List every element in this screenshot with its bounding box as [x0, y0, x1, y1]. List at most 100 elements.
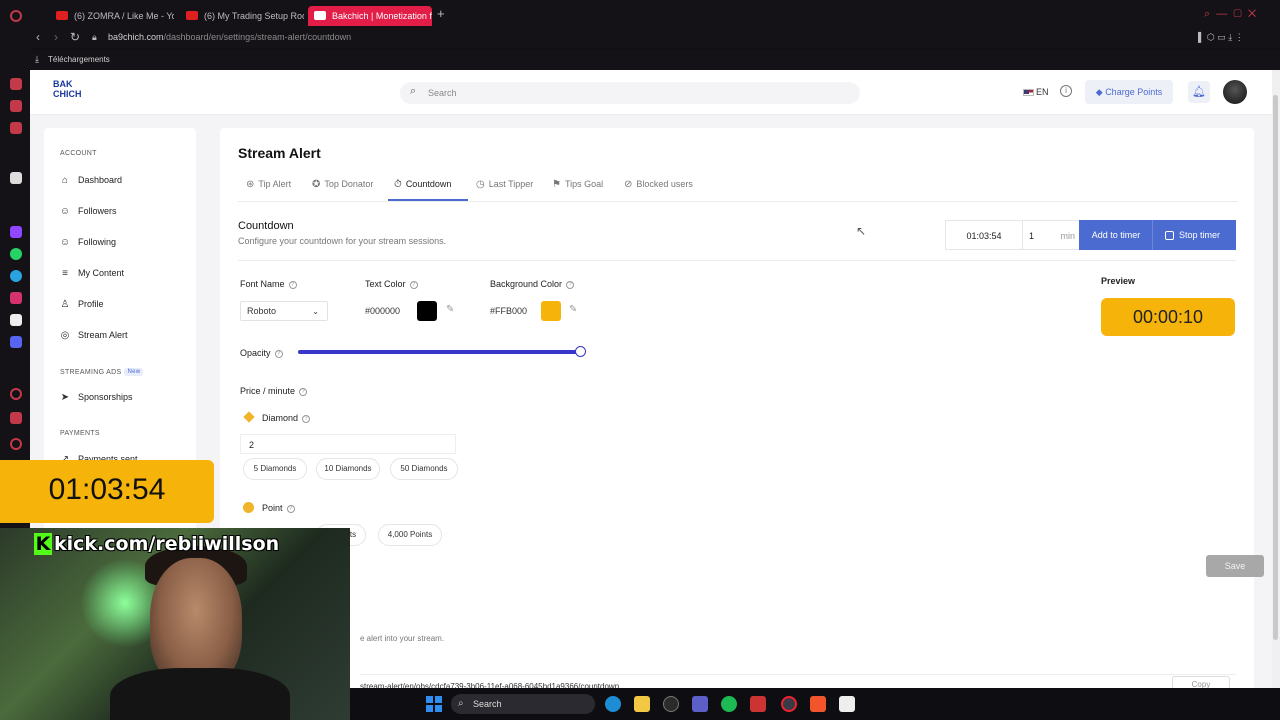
point-text: Point	[262, 503, 283, 513]
sidebar-item-following[interactable]: ☺ Following	[58, 232, 188, 252]
instagram-icon[interactable]	[10, 292, 22, 304]
tiktok-icon[interactable]	[10, 314, 22, 326]
stop-checkbox	[1165, 231, 1174, 241]
search-input[interactable]: ⌕ Search	[400, 82, 860, 104]
diamond-chip[interactable]: 10 Diamonds	[316, 458, 380, 480]
back-icon[interactable]: ‹	[36, 30, 40, 44]
tab-countdown[interactable]: ⏱︎ Countdown	[394, 179, 451, 190]
new-tab-button[interactable]: +	[437, 6, 445, 21]
stop-timer-button[interactable]: Stop timer	[1152, 220, 1236, 250]
help-icon[interactable]: ?	[274, 349, 283, 358]
page-title: Stream Alert	[238, 145, 321, 161]
countdown-preview: 00:00:10	[1101, 298, 1235, 336]
taskbar-app-icon[interactable]	[750, 696, 766, 712]
tab-top-donator[interactable]: ✪ Top Donator	[312, 179, 373, 190]
save-button[interactable]: Save	[1206, 555, 1264, 577]
sidebar-item-dashboard[interactable]: ⌂ Dashboard	[58, 170, 188, 190]
forward-icon[interactable]: ›	[54, 30, 58, 44]
text-color-hex[interactable]: #000000	[365, 306, 400, 316]
brave-icon[interactable]	[810, 696, 826, 712]
tab-tips-goal[interactable]: ⚑ Tips Goal	[552, 179, 603, 190]
opacity-slider[interactable]	[298, 350, 580, 354]
sidebar-item-stream-alert[interactable]: ◎ Stream Alert	[58, 325, 188, 345]
user-icon: ♙	[60, 299, 70, 310]
language-selector[interactable]: EN	[1023, 87, 1049, 97]
discord-icon[interactable]	[10, 336, 22, 348]
add-to-timer-button[interactable]: Add to timer	[1079, 220, 1153, 250]
help-icon[interactable]: ?	[566, 280, 575, 289]
diamond-chip[interactable]: 5 Diamonds	[243, 458, 307, 480]
info-icon[interactable]: i	[1060, 85, 1072, 97]
help-icon[interactable]: ?	[286, 504, 295, 513]
sidebar-app-icon[interactable]	[10, 388, 22, 400]
sidebar-app-icon[interactable]	[10, 438, 22, 450]
help-icon[interactable]: ?	[299, 387, 308, 396]
sidebar-app-icon[interactable]	[10, 412, 22, 424]
minutes-input[interactable]: 1 min	[1022, 220, 1080, 250]
eyedropper-icon[interactable]: ✎	[569, 304, 577, 315]
bakchich-logo[interactable]: BAK CHICH	[53, 79, 85, 103]
teams-icon[interactable]	[692, 696, 708, 712]
font-select[interactable]: Roboto ⌄	[240, 301, 328, 321]
preview-label: Preview	[1101, 276, 1136, 286]
eyedropper-icon[interactable]: ✎	[446, 304, 454, 315]
youtube-icon	[186, 11, 198, 20]
point-chip[interactable]: 4,000 Points	[378, 524, 442, 546]
help-icon[interactable]: ?	[409, 280, 418, 289]
help-icon[interactable]: ?	[302, 414, 311, 423]
tab-blocked-users[interactable]: ⊘ Blocked users	[624, 179, 693, 190]
windows-start-icon[interactable]	[426, 696, 442, 712]
address-field[interactable]: ba9chich.com/dashboard/en/settings/strea…	[108, 32, 351, 42]
scrollbar-thumb[interactable]	[1273, 95, 1278, 640]
browser-tab[interactable]: (6) My Trading Setup Roo	[180, 6, 304, 26]
url-path: /dashboard/en/settings/stream-alert/coun…	[163, 32, 352, 42]
background-color-hex[interactable]: #FFB000	[490, 306, 527, 316]
edge-icon[interactable]	[605, 696, 621, 712]
diamond-price-input[interactable]: 2	[240, 434, 456, 454]
point-label: Point?	[262, 503, 295, 513]
taskbar-search[interactable]: ⌕ Search	[451, 694, 595, 714]
github-icon[interactable]	[663, 696, 679, 712]
sidebar-app-icon[interactable]	[10, 100, 22, 112]
list-icon: ≡	[62, 268, 68, 279]
sidebar-app-icon[interactable]	[10, 172, 22, 184]
browser-tab-active[interactable]: Bakchich | Monetization f	[308, 6, 432, 26]
telegram-icon[interactable]	[10, 270, 22, 282]
reload-icon[interactable]: ↻	[70, 30, 80, 44]
file-explorer-icon[interactable]	[634, 696, 650, 712]
opacity-slider-handle[interactable]	[575, 346, 586, 357]
tab-tip-alert[interactable]: ⊛ Tip Alert	[246, 179, 291, 190]
spotify-icon[interactable]	[721, 696, 737, 712]
browser-actions[interactable]: ▌ ⬡ ▭ ⤓ ⋮	[1198, 32, 1244, 43]
notification-icon[interactable]: 🔔︎	[1188, 81, 1210, 103]
sidebar-item-sponsorships[interactable]: ➤ Sponsorships	[58, 387, 188, 407]
charge-points-button[interactable]: ◆ Charge Points	[1085, 80, 1173, 104]
text-color-swatch[interactable]	[417, 301, 437, 321]
opera-icon[interactable]	[10, 10, 22, 22]
whatsapp-icon[interactable]	[10, 248, 22, 260]
window-controls[interactable]: ⌕ — ▢ ✕	[1204, 8, 1256, 21]
tab-last-tipper[interactable]: ◷ Last Tipper	[476, 179, 533, 190]
sidebar-item-followers[interactable]: ☺ Followers	[58, 201, 188, 221]
tab-label: Top Donator	[324, 179, 374, 189]
copy-button[interactable]: Copy	[1172, 676, 1230, 688]
diamond-chip[interactable]: 50 Diamonds	[390, 458, 458, 480]
taskbar-app-icon[interactable]	[839, 696, 855, 712]
sidebar-item-label: My Content	[78, 268, 125, 278]
browser-tab[interactable]: (6) ZOMRA / Like Me - You	[50, 6, 174, 26]
section-head-account: ACCOUNT	[60, 150, 97, 157]
opera-icon[interactable]	[781, 696, 797, 712]
bookmark-downloads[interactable]: Téléchargements	[48, 55, 110, 64]
users-icon: ☺	[59, 237, 71, 248]
background-color-swatch[interactable]	[541, 301, 561, 321]
sidebar-item-profile[interactable]: ♙ Profile	[58, 294, 188, 314]
tab-label: Countdown	[405, 179, 452, 189]
twitch-icon[interactable]	[10, 226, 22, 238]
sidebar-app-icon[interactable]	[10, 78, 22, 90]
sidebar-app-icon[interactable]	[10, 122, 22, 134]
help-icon[interactable]: ?	[288, 280, 297, 289]
sidebar-item-my-content[interactable]: ≡ My Content	[58, 263, 188, 283]
sidebar-item-label: Following	[78, 237, 117, 247]
avatar[interactable]	[1223, 80, 1247, 104]
obs-url[interactable]: stream-alert/en/obs/cdcfa739-3b06-11ef-a…	[360, 674, 1236, 688]
